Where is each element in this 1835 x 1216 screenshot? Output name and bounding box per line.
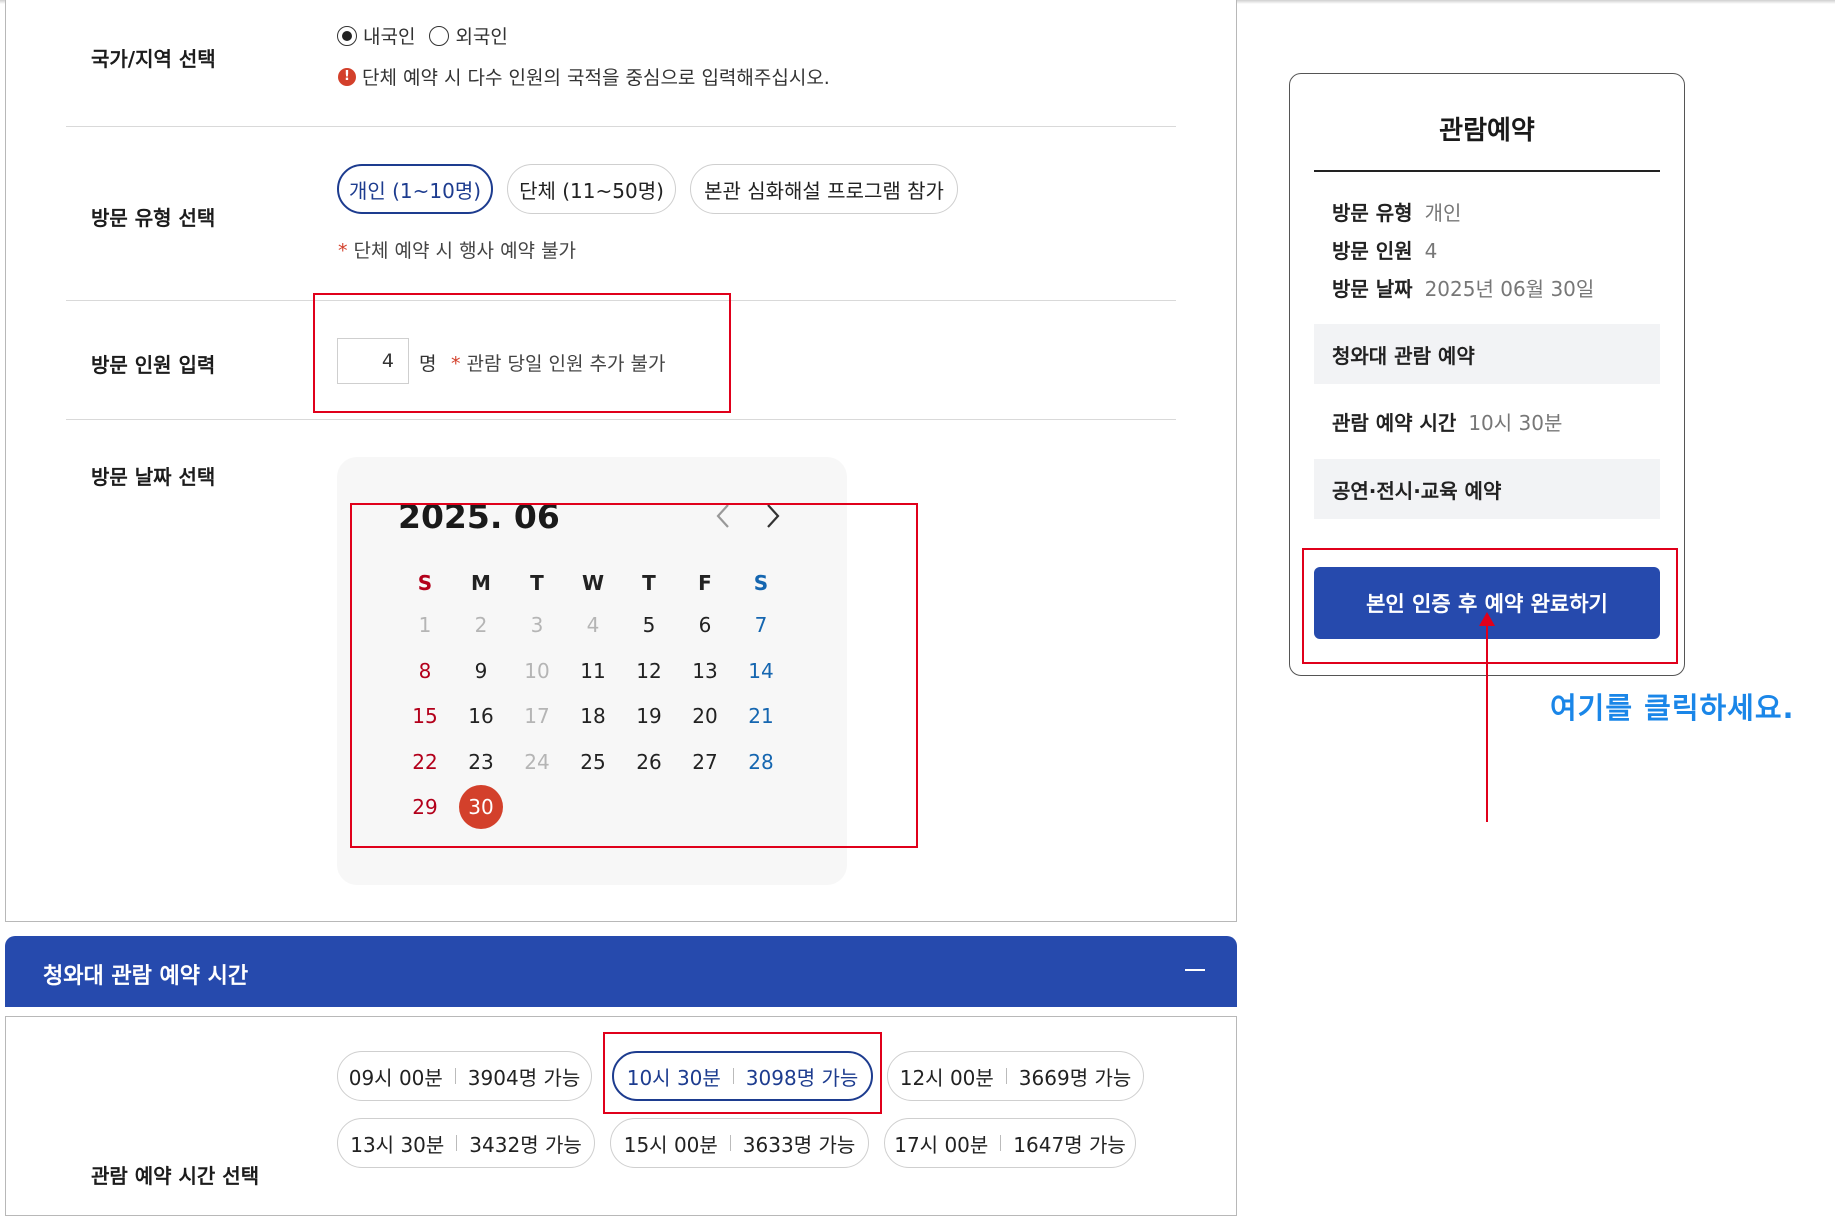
annotation-hint-text: 여기를 클릭하세요. [1550,691,1795,725]
radio-unchecked-icon [429,25,450,46]
time-slot-availability: 3904명 가능 [467,1065,581,1090]
time-slot-availability: 1647명 가능 [1013,1132,1126,1157]
time-slot-time: 09시 00분 [348,1065,443,1090]
visitors-label: 방문 인원 입력 [91,353,216,377]
time-slot-0[interactable]: 09시 00분 3904명 가능 [337,1051,592,1101]
time-slot-time: 12시 00분 [899,1065,994,1090]
radio-domestic-label: 내국인 [363,26,416,48]
nationality-radio-group: 내국인 외국인 [337,22,508,49]
nationality-label: 국가/지역 선택 [91,47,216,71]
nationality-notice: ! 단체 예약 시 다수 인원의 국적을 중심으로 입력해주십시오. [338,63,830,90]
annotation-box-visitors [313,293,731,413]
radio-foreign-label: 외국인 [455,26,508,48]
annotation-box-time [603,1032,882,1114]
separator [456,1135,458,1151]
summary-key: 관람 예약 시간 [1332,411,1457,435]
separator [1005,1068,1007,1084]
time-slot-3[interactable]: 13시 30분 3432명 가능 [337,1118,595,1168]
visit-type-program-button[interactable]: 본관 심화해설 프로그램 참가 [690,164,958,214]
radio-foreign[interactable]: 외국인 [429,22,508,49]
info-icon: ! [338,67,356,86]
summary-section-events: 공연·전시·교육 예약 [1314,459,1660,519]
visit-type-label: 방문 유형 선택 [91,206,216,230]
radio-domestic[interactable]: 내국인 [337,22,415,49]
visit-type-note-text: 단체 예약 시 행사 예약 불가 [353,240,577,262]
annotation-arrow [1479,612,1495,822]
annotation-box-calendar [350,503,918,848]
nationality-notice-text: 단체 예약 시 다수 인원의 국적을 중심으로 입력해주십시오. [362,67,830,89]
time-slot-time: 17시 00분 [894,1132,989,1157]
summary-visitors: 방문 인원 4 [1332,235,1437,264]
summary-title: 관람예약 [1439,116,1535,146]
summary-value: 개인 [1424,201,1462,225]
summary-time: 관람 예약 시간 10시 30분 [1332,407,1562,436]
time-section-header[interactable]: 청와대 관람 예약 시간 [5,936,1237,1007]
minus-icon[interactable] [1185,969,1205,971]
divider [66,126,1176,127]
visit-type-note: * 단체 예약 시 행사 예약 불가 [338,236,576,263]
separator [454,1068,456,1084]
required-asterisk: * [338,240,348,262]
time-slot-availability: 3432명 가능 [469,1132,582,1157]
summary-key: 방문 인원 [1332,239,1413,263]
summary-section-tour: 청와대 관람 예약 [1314,324,1660,384]
visit-type-group-button[interactable]: 단체 (11~50명) [507,164,676,214]
summary-visit-type: 방문 유형 개인 [1332,197,1461,226]
separator [729,1135,731,1151]
separator [1000,1135,1002,1151]
date-label: 방문 날짜 선택 [91,465,216,489]
time-slot-availability: 3633명 가능 [742,1132,856,1157]
summary-value: 2025년 06월 30일 [1424,277,1595,301]
summary-key: 방문 유형 [1332,201,1413,225]
summary-key: 방문 날짜 [1332,277,1413,301]
radio-checked-icon [337,25,357,46]
divider [66,419,1176,420]
time-slot-time: 15시 00분 [623,1132,718,1157]
summary-date: 방문 날짜 2025년 06월 30일 [1332,273,1594,302]
time-slot-time: 13시 30분 [350,1132,445,1157]
summary-value: 4 [1424,239,1438,263]
time-slot-5[interactable]: 17시 00분 1647명 가능 [884,1118,1136,1168]
visit-type-individual-button[interactable]: 개인 (1~10명) [337,164,493,214]
time-slot-2[interactable]: 12시 00분 3669명 가능 [887,1051,1144,1101]
time-slot-4[interactable]: 15시 00분 3633명 가능 [610,1118,869,1168]
time-slot-availability: 3669명 가능 [1018,1065,1132,1090]
time-section-title: 청와대 관람 예약 시간 [43,964,249,989]
summary-value: 10시 30분 [1468,411,1563,435]
summary-divider [1314,170,1660,172]
time-slot-label: 관람 예약 시간 선택 [91,1164,260,1188]
